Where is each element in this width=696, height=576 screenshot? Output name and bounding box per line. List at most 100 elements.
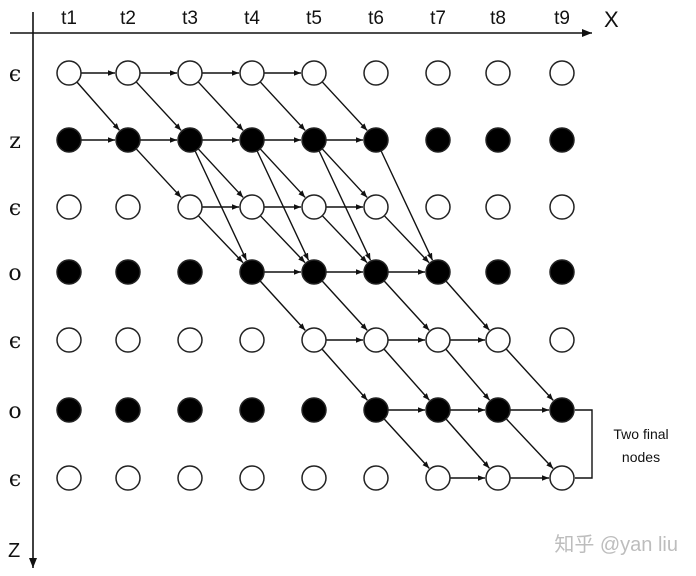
blank-node-r0-t3 bbox=[177, 60, 203, 86]
blank-node-r4-t6 bbox=[363, 327, 389, 353]
row-label-2: ϵ bbox=[9, 196, 21, 221]
blank-node-r2-t5 bbox=[301, 194, 327, 220]
blank-node-r4-t4 bbox=[239, 327, 265, 353]
blank-node-r4-t8 bbox=[485, 327, 511, 353]
label-node-r5-t1 bbox=[56, 397, 82, 423]
edge-r4c6-r5c7 bbox=[445, 348, 491, 401]
blank-node-r2-t2 bbox=[115, 194, 141, 220]
ctc-alignment-lattice: X Z t1 t2 t3 t4 t5 t6 t7 t8 t9 ϵ z ϵ o ϵ o ϵ Two final… bbox=[8, 7, 678, 568]
label-node-r5-t7 bbox=[425, 397, 451, 423]
column-label-t2: t2 bbox=[120, 8, 136, 29]
label-node-r5-t3 bbox=[177, 397, 203, 423]
label-node-r1-t4 bbox=[239, 127, 265, 153]
edge-r1c2-r3c3 bbox=[194, 150, 248, 261]
label-node-r3-t7 bbox=[425, 259, 451, 285]
label-node-r5-t5 bbox=[301, 397, 327, 423]
edge-r0c2-r1c3 bbox=[197, 81, 244, 131]
row-label-5: o bbox=[8, 399, 21, 424]
label-node-r3-t6 bbox=[363, 259, 389, 285]
label-node-r1-t2 bbox=[115, 127, 141, 153]
edge-r3c5-r4c6 bbox=[383, 280, 430, 331]
column-label-t7: t7 bbox=[430, 8, 446, 29]
label-node-r3-t5 bbox=[301, 259, 327, 285]
blank-node-r6-t7 bbox=[425, 465, 451, 491]
blank-node-r2-t1 bbox=[56, 194, 82, 220]
blank-node-r4-t3 bbox=[177, 327, 203, 353]
blank-node-r2-t4 bbox=[239, 194, 265, 220]
label-node-r1-t7 bbox=[425, 127, 451, 153]
column-label-t1: t1 bbox=[61, 8, 77, 29]
edge-r1c3-r3c4 bbox=[256, 150, 310, 261]
edge-r0c1-r1c2 bbox=[135, 81, 182, 131]
blank-node-r4-t9 bbox=[549, 327, 575, 353]
z-axis-label: Z bbox=[8, 540, 20, 562]
row-label-0: ϵ bbox=[9, 62, 21, 87]
column-label-t8: t8 bbox=[490, 8, 506, 29]
row-label-1: z bbox=[9, 129, 21, 154]
column-label-t5: t5 bbox=[306, 8, 322, 29]
label-node-r3-t9 bbox=[549, 259, 575, 285]
column-label-t6: t6 bbox=[368, 8, 384, 29]
label-node-r1-t9 bbox=[549, 127, 575, 153]
column-label-t3: t3 bbox=[182, 8, 198, 29]
blank-node-r6-t6 bbox=[363, 465, 389, 491]
label-node-r5-t6 bbox=[363, 397, 389, 423]
edge-r4c5-r5c6 bbox=[383, 348, 430, 401]
column-label-t4: t4 bbox=[244, 8, 260, 29]
edge-r5c6-r6c7 bbox=[445, 418, 490, 469]
blank-node-r4-t1 bbox=[56, 327, 82, 353]
row-label-6: ϵ bbox=[9, 467, 21, 492]
blank-node-r6-t8 bbox=[485, 465, 511, 491]
edge-r0c4-r1c5 bbox=[321, 81, 368, 131]
blank-node-r4-t5 bbox=[301, 327, 327, 353]
blank-node-r2-t9 bbox=[549, 194, 575, 220]
blank-node-r0-t8 bbox=[485, 60, 511, 86]
label-node-r3-t4 bbox=[239, 259, 265, 285]
edge-r4c4-r5c5 bbox=[321, 348, 368, 401]
blank-node-r6-t2 bbox=[115, 465, 141, 491]
blank-node-r4-t7 bbox=[425, 327, 451, 353]
edge-r1c4-r3c5 bbox=[318, 150, 372, 261]
final-nodes-bracket bbox=[575, 409, 593, 479]
edge-r0c0-r1c1 bbox=[76, 81, 120, 131]
blank-node-r0-t6 bbox=[363, 60, 389, 86]
x-axis-label: X bbox=[604, 7, 619, 32]
edge-r3c3-r4c4 bbox=[259, 280, 306, 331]
blank-node-r4-t2 bbox=[115, 327, 141, 353]
blank-node-r2-t8 bbox=[485, 194, 511, 220]
edge-r3c4-r4c5 bbox=[321, 280, 368, 331]
blank-node-r0-t1 bbox=[56, 60, 82, 86]
label-node-r3-t2 bbox=[115, 259, 141, 285]
label-node-r1-t1 bbox=[56, 127, 82, 153]
column-label-t9: t9 bbox=[554, 8, 570, 29]
label-node-r5-t2 bbox=[115, 397, 141, 423]
edge-r4c7-r5c8 bbox=[505, 348, 554, 401]
label-node-r3-t1 bbox=[56, 259, 82, 285]
label-node-r5-t4 bbox=[239, 397, 265, 423]
blank-node-r2-t7 bbox=[425, 194, 451, 220]
edge-r5c7-r6c8 bbox=[505, 418, 554, 470]
label-node-r1-t6 bbox=[363, 127, 389, 153]
row-label-3: o bbox=[8, 261, 21, 286]
row-label-4: ϵ bbox=[9, 329, 21, 354]
annotation-line-1: Two final bbox=[613, 426, 668, 442]
label-node-r5-t8 bbox=[485, 397, 511, 423]
label-node-r3-t8 bbox=[485, 259, 511, 285]
watermark: 知乎 @yan liu bbox=[554, 533, 678, 556]
label-node-r1-t3 bbox=[177, 127, 203, 153]
label-node-r5-t9 bbox=[549, 397, 575, 423]
blank-node-r0-t9 bbox=[549, 60, 575, 86]
blank-node-r2-t6 bbox=[363, 194, 389, 220]
edge-r1c1-r2c2 bbox=[135, 148, 182, 198]
label-node-r3-t3 bbox=[177, 259, 203, 285]
label-node-r1-t8 bbox=[485, 127, 511, 153]
blank-node-r2-t3 bbox=[177, 194, 203, 220]
blank-node-r6-t1 bbox=[56, 465, 82, 491]
edge-r5c5-r6c6 bbox=[383, 418, 430, 469]
annotation-line-2: nodes bbox=[622, 449, 660, 465]
blank-node-r0-t4 bbox=[239, 60, 265, 86]
label-node-r1-t5 bbox=[301, 127, 327, 153]
blank-node-r6-t3 bbox=[177, 465, 203, 491]
edge-r3c6-r4c7 bbox=[445, 280, 490, 331]
blank-node-r6-t4 bbox=[239, 465, 265, 491]
